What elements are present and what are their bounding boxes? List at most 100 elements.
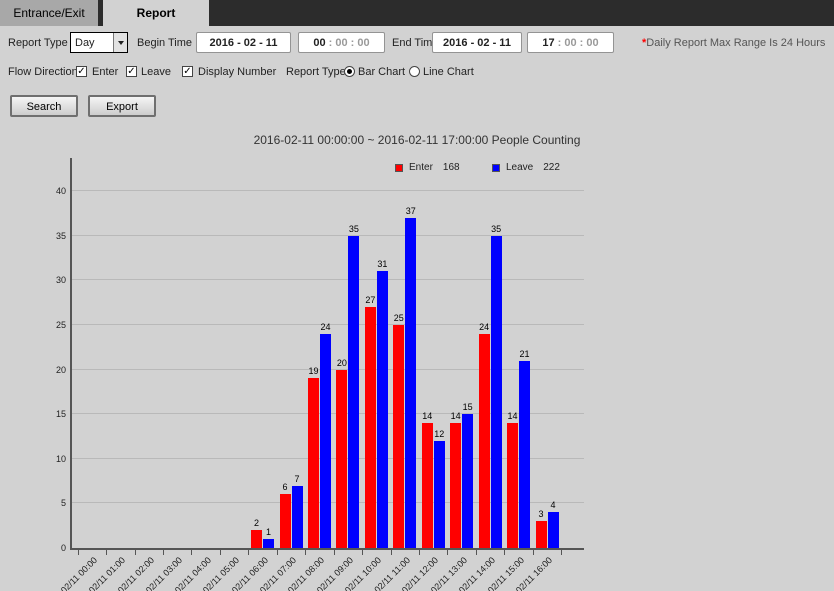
bar-value-label: 35 [484,224,508,234]
bar-value-label: 35 [342,224,366,234]
bar-leave-02-11-11-00 [405,218,416,548]
bar-leave-02-11-13-00 [462,414,473,548]
report-type-selected-value: Day [71,37,113,49]
gridline [72,190,584,191]
tab-entrance-exit[interactable]: Entrance/Exit [0,0,98,26]
x-axis-tick [248,550,249,555]
bar-value-label: 4 [541,500,565,510]
bar-enter-02-11-15-00 [507,423,518,548]
radio-line-chart[interactable] [409,66,420,77]
x-axis-tick [533,550,534,555]
tab-report[interactable]: Report [103,0,209,26]
y-axis-tick-label: 25 [40,320,66,330]
bar-leave-02-11-09-00 [348,236,359,548]
checkbox-display-number[interactable] [182,66,193,77]
search-button[interactable]: Search [10,95,78,117]
radio-bar-chart[interactable] [344,66,355,77]
begin-date-input[interactable]: 2016 - 02 - 11 [196,32,291,53]
x-axis-tick [191,550,192,555]
y-axis-tick-label: 15 [40,409,66,419]
flow-direction-label: Flow Direction [8,66,78,78]
report-type-label: Report Type [8,37,68,49]
gridline [72,279,584,280]
x-axis-tick [305,550,306,555]
end-hour: 17 [542,37,554,49]
x-axis-tick [334,550,335,555]
y-axis-tick-label: 5 [40,498,66,508]
begin-time-input[interactable]: 00 : 00 : 00 [298,32,385,53]
max-range-note-text: Daily Report Max Range Is 24 Hours [646,37,825,49]
end-date-input[interactable]: 2016 - 02 - 11 [432,32,522,53]
bar-enter-02-11-13-00 [450,423,461,548]
bar-enter-02-11-16-00 [536,521,547,548]
radio-bar-chart-label[interactable]: Bar Chart [358,66,405,78]
x-axis-tick [78,550,79,555]
y-axis-tick-label: 35 [40,231,66,241]
time-colon: : [348,37,358,49]
begin-second: 00 [357,37,369,49]
chart-type-label: Report Type [286,66,346,78]
bar-value-label: 31 [370,259,394,269]
gridline [72,235,584,236]
bar-value-label: 7 [285,474,309,484]
x-axis-tick [220,550,221,555]
x-axis-tick [106,550,107,555]
max-range-note: *Daily Report Max Range Is 24 Hours [642,37,825,49]
end-second: 00 [586,37,598,49]
checkbox-display-number-label[interactable]: Display Number [198,66,276,78]
bar-leave-02-11-14-00 [491,236,502,548]
y-axis-tick-label: 0 [40,543,66,553]
people-counting-report-page: Entrance/Exit Report Report Type Day Beg… [0,0,834,591]
bar-enter-02-11-10-00 [365,307,376,548]
y-axis-tick-label: 30 [40,275,66,285]
time-colon: : [577,37,587,49]
chart-plot-area: 051015202530354002/11 00:0002/11 01:0002… [70,158,584,550]
x-axis-tick [362,550,363,555]
bar-leave-02-11-10-00 [377,271,388,548]
begin-hour: 00 [313,37,325,49]
report-type-select[interactable]: Day [70,32,128,53]
x-axis-tick [135,550,136,555]
checkbox-leave[interactable] [126,66,137,77]
bar-value-label: 37 [399,206,423,216]
bar-leave-02-11-15-00 [519,361,530,548]
checkbox-leave-label[interactable]: Leave [141,66,171,78]
time-colon: : [555,37,565,49]
end-time-input[interactable]: 17 : 00 : 00 [527,32,614,53]
bar-leave-02-11-16-00 [548,512,559,548]
top-tab-bar: Entrance/Exit Report [0,0,834,26]
bar-enter-02-11-08-00 [308,378,319,548]
x-axis-tick [561,550,562,555]
x-axis-tick [163,550,164,555]
bar-enter-02-11-07-00 [280,494,291,548]
bar-enter-02-11-11-00 [393,325,404,548]
checkbox-enter-label[interactable]: Enter [92,66,118,78]
x-axis-tick-label: 02/11 00:00 [14,555,99,591]
bar-enter-02-11-14-00 [479,334,490,548]
bar-leave-02-11-12-00 [434,441,445,548]
y-axis-tick-label: 40 [40,186,66,196]
x-axis-tick [504,550,505,555]
bar-enter-02-11-09-00 [336,370,347,548]
x-axis-tick [419,550,420,555]
bar-enter-02-11-12-00 [422,423,433,548]
bar-value-label: 24 [313,322,337,332]
begin-minute: 00 [335,37,347,49]
x-axis-tick [447,550,448,555]
bar-leave-02-11-07-00 [292,486,303,548]
export-button[interactable]: Export [88,95,156,117]
checkbox-enter[interactable] [76,66,87,77]
dropdown-arrow-icon[interactable] [113,33,127,52]
chart-title: 2016-02-11 00:00:00 ~ 2016-02-11 17:00:0… [0,133,834,147]
bar-value-label: 15 [456,402,480,412]
x-axis-tick [277,550,278,555]
x-axis-tick [391,550,392,555]
bar-value-label: 14 [415,411,439,421]
bar-value-label: 21 [513,349,537,359]
begin-time-label: Begin Time [137,37,192,49]
bar-value-label: 12 [427,429,451,439]
y-axis-tick-label: 10 [40,454,66,464]
bar-leave-02-11-08-00 [320,334,331,548]
radio-line-chart-label[interactable]: Line Chart [423,66,474,78]
end-minute: 00 [564,37,576,49]
